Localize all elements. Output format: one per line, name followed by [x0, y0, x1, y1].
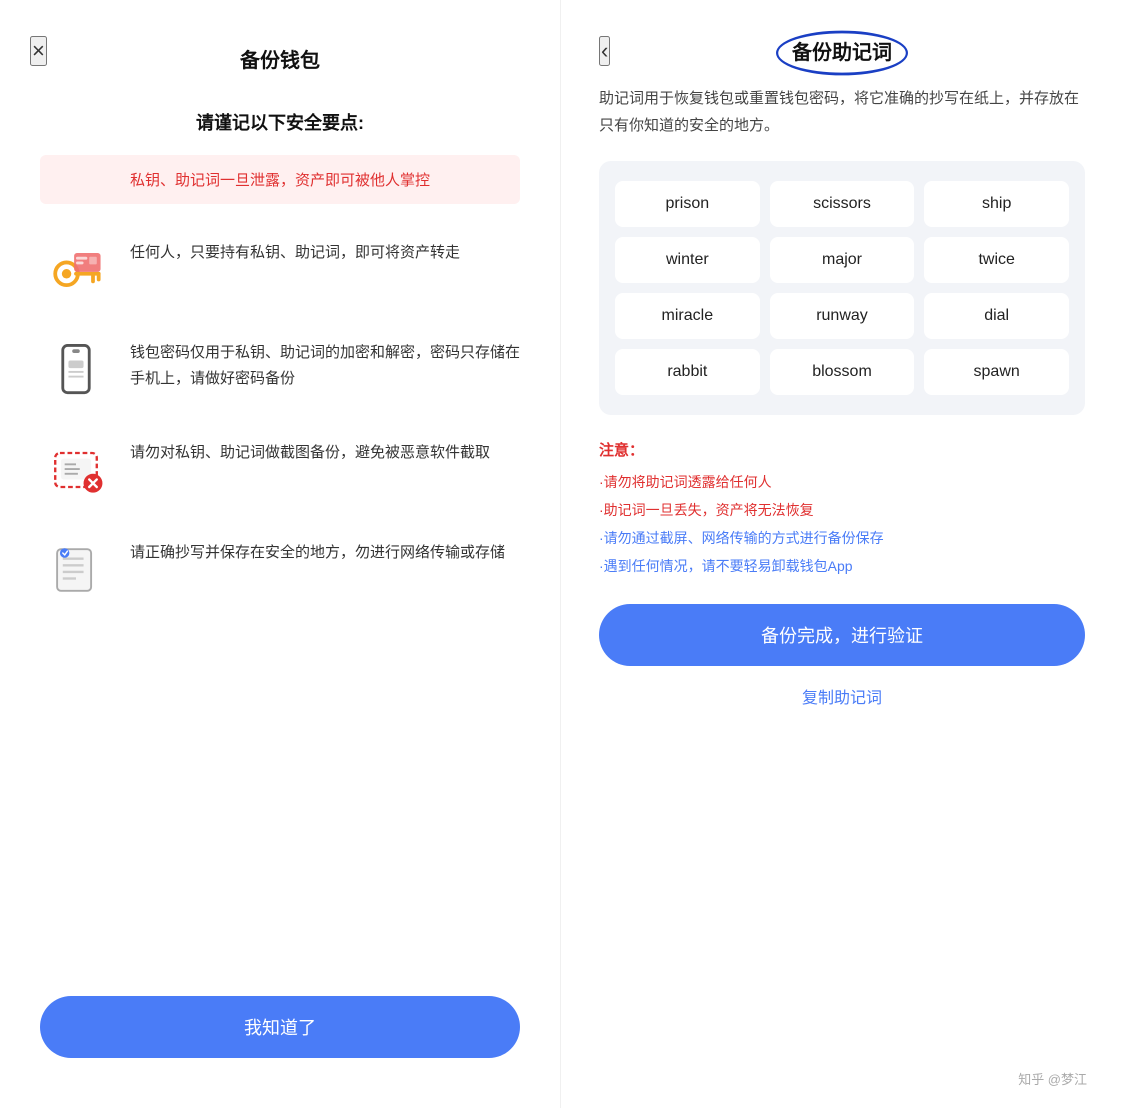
tip-text-1: 任何人，只要持有私钥、助记词，即可将资产转走 — [130, 234, 460, 266]
notes-section: 注意： ·请勿将助记词透露给任何人·助记词一旦丢失，资产将无法恢复·请勿通过截屏… — [599, 439, 1085, 580]
right-title-wrap: 备份助记词 — [599, 36, 1085, 65]
tip-item-4: 请正确抄写并保存在安全的地方，勿进行网络传输或存储 — [40, 534, 520, 606]
tip-item-2: 钱包密码仅用于私钥、助记词的加密和解密，密码只存储在手机上，请做好密码备份 — [40, 334, 520, 406]
warning-banner: 私钥、助记词一旦泄露，资产即可被他人掌控 — [40, 155, 520, 204]
right-panel: ‹ 备份助记词 助记词用于恢复钱包或重置钱包密码，将它准确的抄写在纸上，并存放在… — [561, 0, 1123, 1108]
mnemonic-word: twice — [924, 237, 1069, 283]
tip-icon-2 — [40, 334, 112, 406]
mnemonic-word: scissors — [770, 181, 915, 227]
tip-icon-1 — [40, 234, 112, 306]
tip-text-4: 请正确抄写并保存在安全的地方，勿进行网络传输或存储 — [130, 534, 505, 566]
mnemonic-word: rabbit — [615, 349, 760, 395]
right-description: 助记词用于恢复钱包或重置钱包密码，将它准确的抄写在纸上，并存放在只有你知道的安全… — [599, 85, 1085, 139]
confirm-button[interactable]: 我知道了 — [40, 996, 520, 1058]
mnemonic-word: spawn — [924, 349, 1069, 395]
right-title: 备份助记词 — [792, 36, 892, 65]
watermark: 知乎 @梦江 — [1018, 1069, 1087, 1088]
mnemonic-word: prison — [615, 181, 760, 227]
left-title: 备份钱包 — [40, 44, 520, 73]
notes-item: ·请勿通过截屏、网络传输的方式进行备份保存 — [599, 524, 1085, 552]
left-subtitle: 请谨记以下安全要点: — [40, 109, 520, 135]
mnemonic-word: runway — [770, 293, 915, 339]
tip-item-1: 任何人，只要持有私钥、助记词，即可将资产转走 — [40, 234, 520, 306]
mnemonic-word: ship — [924, 181, 1069, 227]
back-button[interactable]: ‹ — [599, 36, 610, 66]
copy-mnemonic-link[interactable]: 复制助记词 — [599, 684, 1085, 708]
close-button[interactable]: × — [30, 36, 47, 66]
mnemonic-word: blossom — [770, 349, 915, 395]
right-header: ‹ 备份助记词 — [599, 36, 1085, 65]
mnemonic-grid: prisonscissorsship wintermajortwice miracl… — [599, 161, 1085, 415]
notes-item: ·请勿将助记词透露给任何人 — [599, 468, 1085, 496]
left-panel: × 备份钱包 请谨记以下安全要点: 私钥、助记词一旦泄露，资产即可被他人掌控 任… — [0, 0, 561, 1108]
tip-text-3: 请勿对私钥、助记词做截图备份，避免被恶意软件截取 — [130, 434, 490, 466]
verify-button[interactable]: 备份完成，进行验证 — [599, 604, 1085, 666]
notes-title: 注意： — [599, 439, 1085, 460]
mnemonic-word: dial — [924, 293, 1069, 339]
tip-icon-3 — [40, 434, 112, 506]
tip-icon-4 — [40, 534, 112, 606]
notes-item: ·助记词一旦丢失，资产将无法恢复 — [599, 496, 1085, 524]
mnemonic-word: winter — [615, 237, 760, 283]
mnemonic-word: miracle — [615, 293, 760, 339]
tip-item-3: 请勿对私钥、助记词做截图备份，避免被恶意软件截取 — [40, 434, 520, 506]
notes-item: ·遇到任何情况，请不要轻易卸载钱包App — [599, 552, 1085, 580]
mnemonic-word: major — [770, 237, 915, 283]
tip-text-2: 钱包密码仅用于私钥、助记词的加密和解密，密码只存储在手机上，请做好密码备份 — [130, 334, 520, 391]
